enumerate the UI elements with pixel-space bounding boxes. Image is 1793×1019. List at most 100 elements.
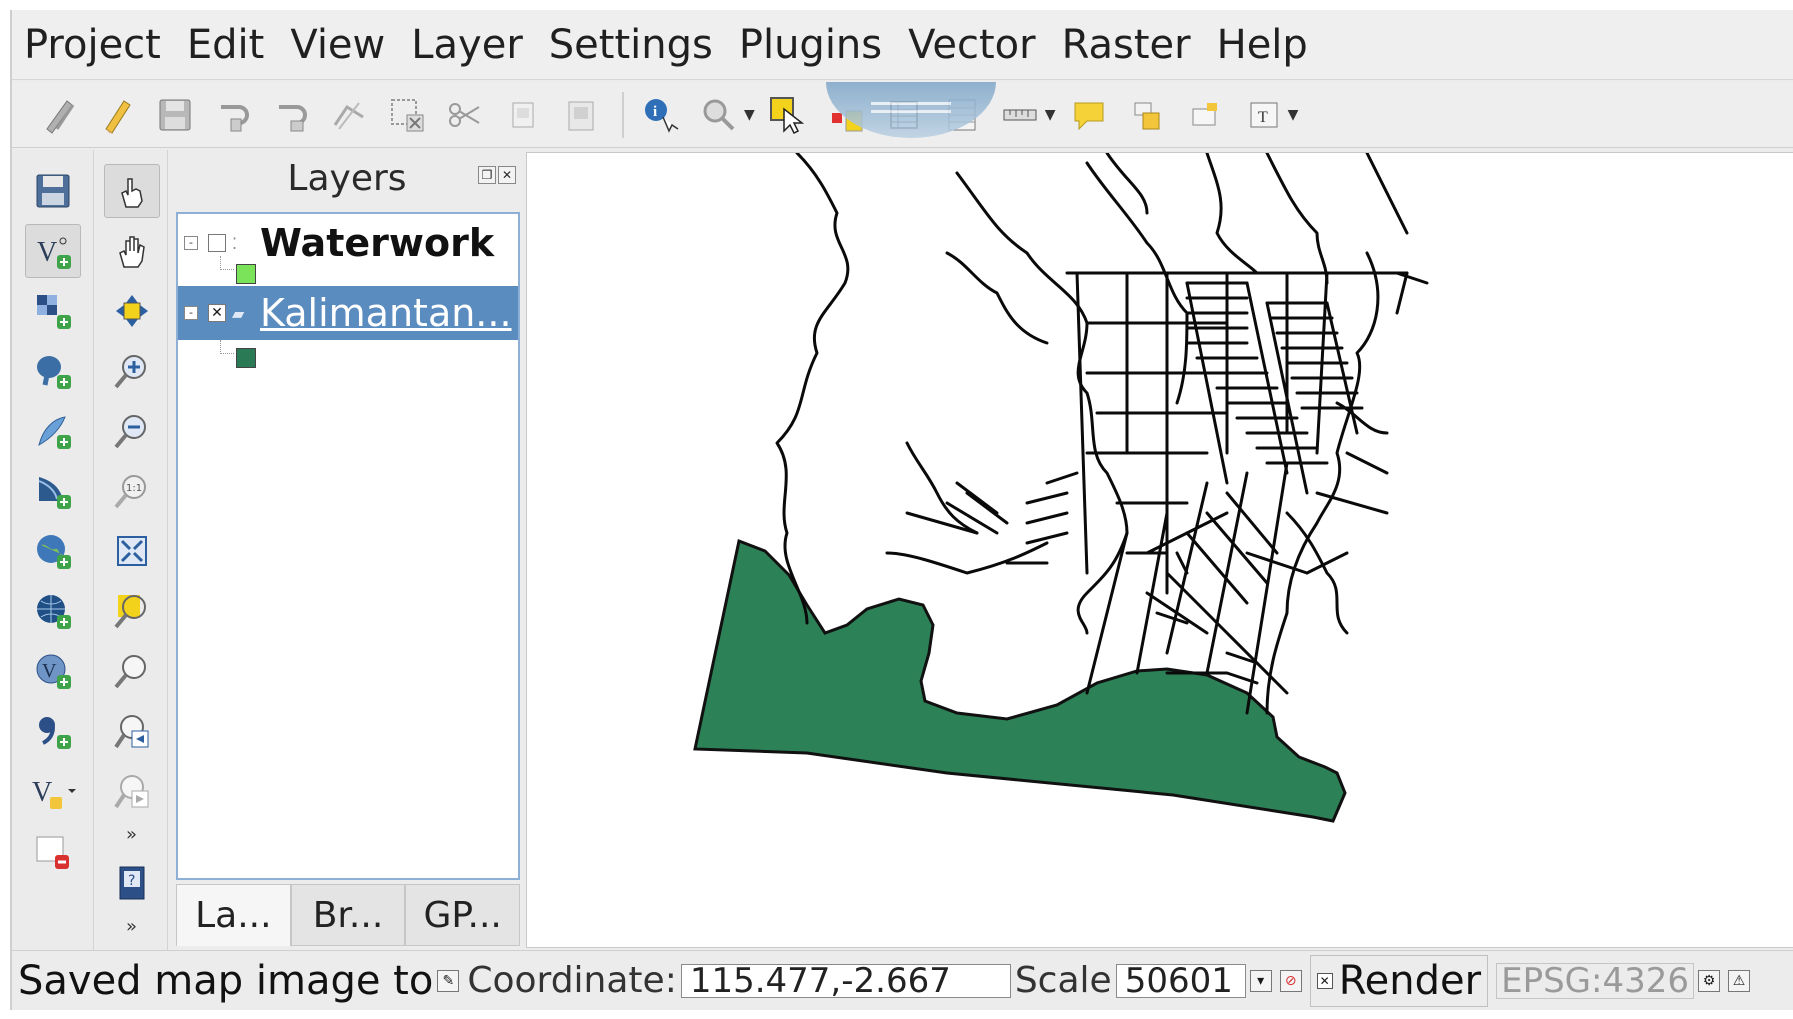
tab-gps[interactable]: GP... [405, 884, 521, 946]
select-features-button[interactable] [761, 87, 815, 143]
panel-tabs: La... Br... GP... [176, 884, 521, 946]
svg-text:V: V [37, 237, 57, 268]
add-wms-layer-button[interactable] [25, 524, 81, 578]
zoom-out-icon [113, 415, 146, 449]
scale-label: Scale [1014, 960, 1112, 1001]
coordinate-field[interactable]: 115.477,-2.667 [680, 963, 1011, 998]
zoom-last-button[interactable] [104, 704, 160, 758]
label-button[interactable] [1120, 87, 1174, 143]
render-checkbox[interactable]: ✕ [1316, 972, 1333, 989]
pan-to-selection-button[interactable] [104, 284, 160, 338]
move-label-icon [1192, 102, 1217, 125]
undo-button[interactable] [206, 87, 260, 143]
expand-toggle[interactable]: - [184, 306, 198, 320]
layer-symbol-swatch[interactable] [236, 348, 256, 368]
zoom-out-button[interactable] [104, 404, 160, 458]
cut-icon [449, 102, 480, 127]
help-button[interactable]: ? [104, 856, 160, 910]
status-bar: Saved map image to ✎ Coordinate: 115.477… [12, 950, 1793, 1010]
tree-connector [220, 256, 234, 270]
zoom-native-icon: 1:1 [113, 475, 146, 509]
add-vector-layer-button[interactable]: V [24, 224, 81, 278]
more-help-chevron-icon[interactable]: » [126, 916, 137, 938]
node-tool-button[interactable] [322, 87, 376, 143]
scale-field[interactable]: 50601 [1115, 963, 1246, 998]
close-panel-icon[interactable]: ✕ [498, 166, 516, 184]
zoom-select-icon [703, 99, 735, 130]
delete-selected-button[interactable] [380, 87, 434, 143]
annotation-button[interactable] [1062, 87, 1116, 143]
toggle-editing-button[interactable] [32, 87, 86, 143]
layers-panel-title: Layers ❐ ✕ [172, 150, 522, 206]
svg-text:V: V [32, 777, 52, 808]
render-toggle[interactable]: ✕ Render [1309, 954, 1489, 1007]
zoom-full-button[interactable] [104, 524, 160, 578]
zoom-select-button[interactable] [692, 87, 746, 143]
add-wcs-layer-button[interactable] [25, 584, 81, 638]
move-label-button[interactable] [1178, 87, 1232, 143]
toggle-editing-icon [46, 99, 75, 134]
float-panel-icon[interactable]: ❐ [478, 166, 496, 184]
text-annotation-dropdown-icon[interactable]: ▼ [1288, 107, 1299, 123]
svg-text:1:1: 1:1 [126, 483, 142, 494]
messages-warning-icon[interactable]: ⚠ [1728, 969, 1750, 992]
measure-button[interactable] [993, 87, 1047, 143]
tree-connector [220, 340, 234, 354]
zoom-to-layer-button[interactable] [104, 644, 160, 698]
measure-dropdown-icon[interactable]: ▼ [1045, 107, 1056, 123]
menu-settings[interactable]: Settings [549, 22, 713, 68]
menu-vector[interactable]: Vector [908, 22, 1035, 68]
crs-settings-icon[interactable]: ⚙ [1698, 969, 1720, 992]
save-edits-button[interactable] [148, 87, 202, 143]
new-layer-button[interactable]: V [25, 764, 81, 818]
map-canvas[interactable] [526, 152, 1793, 948]
cut-button[interactable] [438, 87, 492, 143]
layer-symbol-swatch[interactable] [236, 264, 256, 284]
add-spatialite-layer-button[interactable] [25, 404, 81, 458]
paste-button[interactable] [554, 87, 608, 143]
add-postgis-layer-button[interactable] [25, 344, 81, 398]
menu-layer[interactable]: Layer [411, 22, 523, 68]
zoom-select-dropdown-icon[interactable]: ▼ [744, 107, 755, 123]
save-project-button[interactable] [25, 164, 81, 218]
more-tools-chevron-icon[interactable]: » [126, 824, 137, 846]
add-raster-layer-button[interactable] [25, 284, 81, 338]
remove-layer-button[interactable] [25, 824, 81, 878]
menu-plugins[interactable]: Plugins [739, 22, 882, 68]
pan-map-button[interactable] [104, 224, 160, 278]
menu-project[interactable]: Project [24, 22, 161, 68]
layer-row-kalimantan[interactable]: - ✕ ▰ Kalimantan... [178, 286, 518, 340]
zoom-to-selection-button[interactable] [104, 584, 160, 638]
expand-toggle[interactable]: - [184, 236, 198, 250]
crs-status[interactable]: EPSG:4326 [1496, 962, 1694, 999]
layer-visibility-checkbox[interactable] [208, 234, 226, 252]
stop-render-icon[interactable]: ⊘ [1279, 969, 1302, 992]
add-wfs-layer-button[interactable]: V [25, 644, 81, 698]
redo-button[interactable] [264, 87, 318, 143]
add-mssql-layer-button[interactable] [25, 464, 81, 518]
map-navigation-toolbar: 1:1 » ? » [96, 150, 168, 1010]
zoom-in-button[interactable] [104, 344, 160, 398]
save-edits-icon [159, 99, 191, 130]
menu-help[interactable]: Help [1217, 22, 1308, 68]
pencil-button[interactable] [90, 87, 144, 143]
feather-icon [37, 416, 71, 449]
layer-visibility-checkbox[interactable]: ✕ [208, 304, 226, 322]
menu-raster[interactable]: Raster [1062, 22, 1191, 68]
touch-zoom-button[interactable] [103, 164, 160, 218]
scale-dropdown-icon[interactable]: ▾ [1249, 969, 1272, 992]
menu-edit[interactable]: Edit [187, 22, 264, 68]
identify-button[interactable]: i [634, 87, 688, 143]
tab-browser[interactable]: Br... [290, 884, 406, 946]
zoom-next-button[interactable] [104, 764, 160, 818]
copy-button[interactable] [496, 87, 550, 143]
add-delimited-text-layer-button[interactable] [25, 704, 81, 758]
text-annotation-button[interactable]: T [1236, 87, 1290, 143]
tab-layers[interactable]: La... [176, 884, 291, 946]
qgis-window: Project Edit View Layer Settings Plugins… [10, 10, 1793, 1010]
coordinate-toggle-icon[interactable]: ✎ [437, 969, 460, 992]
zoom-native-button[interactable]: 1:1 [104, 464, 160, 518]
panel-controls: ❐ ✕ [478, 166, 516, 184]
globe-grid-icon [36, 595, 71, 629]
menu-view[interactable]: View [290, 22, 385, 68]
